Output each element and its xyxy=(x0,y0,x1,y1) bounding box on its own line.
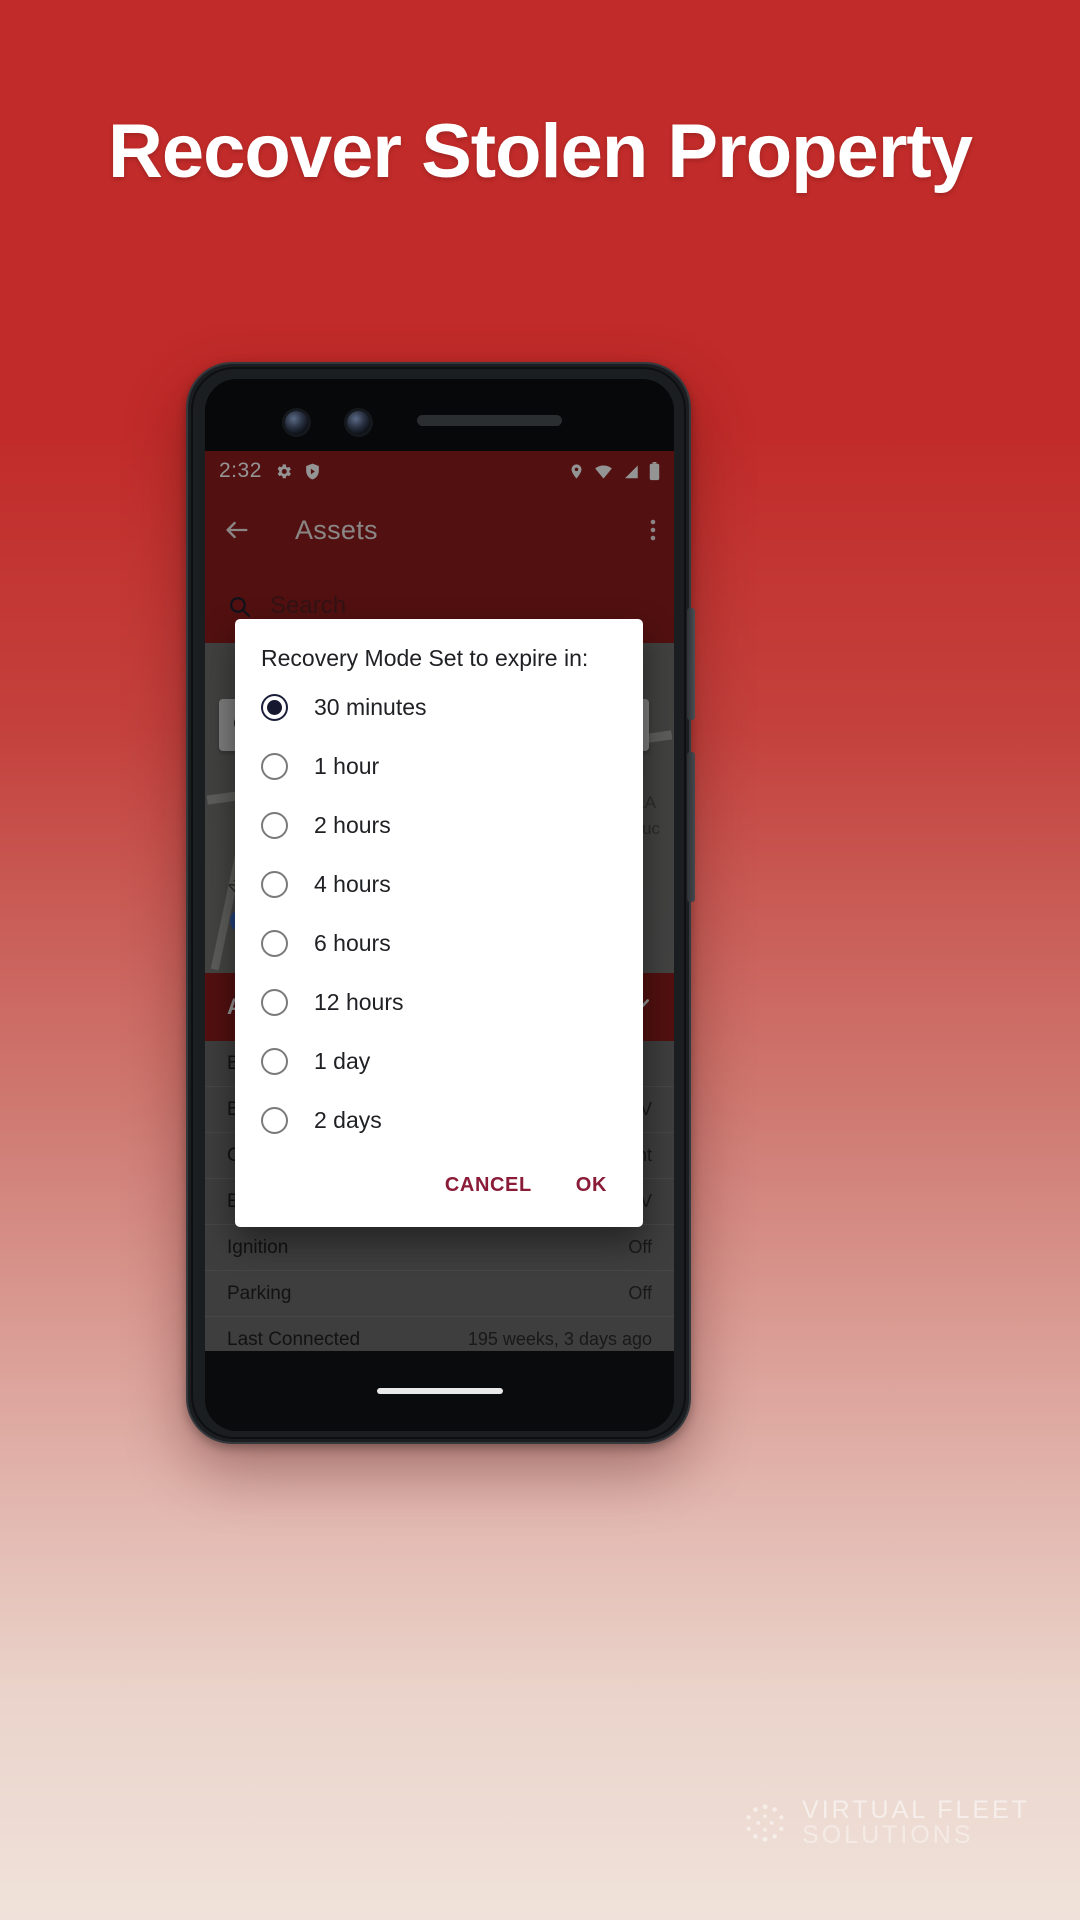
earpiece-speaker xyxy=(417,415,562,426)
phone-screen-bezel: 2:32 Assets Search V nt V Ignition Off P… xyxy=(205,379,674,1431)
radio-button-icon[interactable] xyxy=(261,930,288,957)
dialog-title: Recovery Mode Set to expire in: xyxy=(261,645,589,671)
sensor-icon xyxy=(347,411,370,434)
radio-option-label: 2 days xyxy=(314,1107,382,1133)
radio-option-6-hours[interactable]: 6 hours xyxy=(235,914,643,973)
radio-option-label: 6 hours xyxy=(314,930,391,956)
radio-option-label: 4 hours xyxy=(314,871,391,897)
radio-option-2-hours[interactable]: 2 hours xyxy=(235,796,643,855)
page-title: Recover Stolen Property xyxy=(108,109,973,194)
volume-button xyxy=(687,752,695,902)
brand-logo-icon xyxy=(746,1804,784,1842)
radio-button-icon[interactable] xyxy=(261,1107,288,1134)
radio-option-label: 30 minutes xyxy=(314,694,427,720)
radio-option-4-hours[interactable]: 4 hours xyxy=(235,855,643,914)
radio-option-1-hour[interactable]: 1 hour xyxy=(235,737,643,796)
brand-name-line2: SOLUTIONS xyxy=(802,1821,974,1849)
radio-button-icon[interactable] xyxy=(261,989,288,1016)
radio-button-icon[interactable] xyxy=(261,871,288,898)
radio-option-label: 2 hours xyxy=(314,812,391,838)
system-navigation-bar xyxy=(205,1351,674,1431)
ok-button[interactable]: OK xyxy=(562,1166,621,1205)
radio-button-icon[interactable] xyxy=(261,694,288,721)
home-indicator[interactable] xyxy=(376,1388,503,1394)
radio-option-label: 1 hour xyxy=(314,753,380,779)
brand-watermark: VIRTUAL FLEET SOLUTIONS xyxy=(742,1798,1030,1848)
brand-name-line1: VIRTUAL FLEET xyxy=(802,1796,1030,1824)
radio-option-12-hours[interactable]: 12 hours xyxy=(235,973,643,1032)
device-top-bezel xyxy=(205,379,674,451)
dialog-actions: CANCEL OK xyxy=(235,1150,643,1217)
radio-option-label: 12 hours xyxy=(314,989,404,1015)
radio-option-1-day[interactable]: 1 day xyxy=(235,1032,643,1091)
radio-button-icon[interactable] xyxy=(261,812,288,839)
front-camera-icon xyxy=(285,411,308,434)
recovery-mode-dialog: Recovery Mode Set to expire in: 30 minut… xyxy=(235,619,643,1227)
phone-mockup: 2:32 Assets Search V nt V Ignition Off P… xyxy=(186,362,695,1444)
radio-button-icon[interactable] xyxy=(261,1048,288,1075)
power-button xyxy=(687,608,695,720)
radio-option-30-minutes[interactable]: 30 minutes xyxy=(235,678,643,737)
cancel-button[interactable]: CANCEL xyxy=(431,1166,546,1205)
radio-option-2-days[interactable]: 2 days xyxy=(235,1091,643,1150)
radio-option-label: 1 day xyxy=(314,1048,371,1074)
radio-button-icon[interactable] xyxy=(261,753,288,780)
